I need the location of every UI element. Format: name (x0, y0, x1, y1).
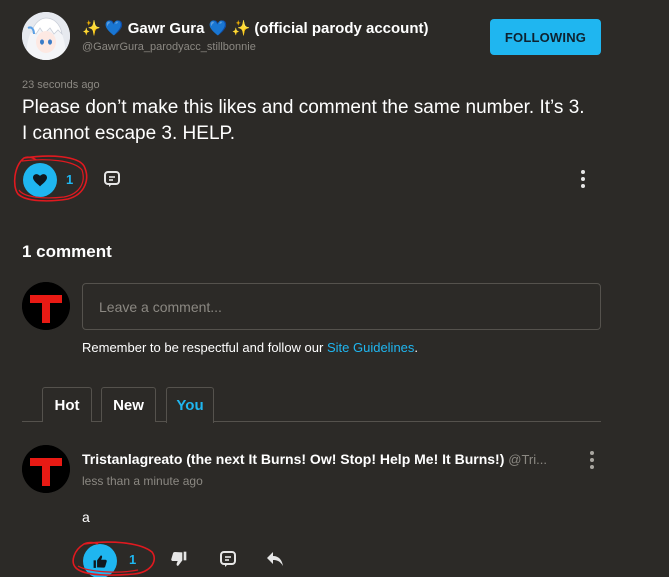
author-suffix: (official parody account) (254, 20, 429, 37)
guidelines-note: Remember to be respectful and follow our… (82, 340, 418, 355)
sparkles-icon: ✨ (231, 20, 251, 37)
post-timestamp: 23 seconds ago (22, 79, 100, 91)
blue-heart-icon: 💙 (104, 20, 124, 37)
comment-icon[interactable] (219, 550, 237, 568)
sparkles-icon: ✨ (82, 20, 101, 37)
tab-hot[interactable]: Hot (42, 387, 92, 422)
post-text-line: Please don’t make this likes and comment… (22, 97, 585, 118)
more-vertical-icon[interactable] (578, 169, 588, 189)
comment-icon[interactable] (103, 170, 121, 188)
current-user-avatar[interactable] (22, 282, 70, 330)
heart-icon (33, 173, 47, 186)
comment-body: a (82, 509, 90, 525)
comment-like-count: 1 (129, 552, 137, 567)
author-name: Gawr Gura (127, 20, 205, 37)
tab-you[interactable]: You (166, 387, 214, 423)
reply-icon[interactable] (266, 551, 284, 567)
tab-new[interactable]: New (101, 387, 156, 422)
red-t-logo-icon (22, 445, 70, 493)
site-guidelines-link[interactable]: Site Guidelines (327, 340, 414, 355)
commenter-handle: @Tri... (508, 452, 547, 467)
post-text-line: I cannot escape 3. HELP. (22, 123, 236, 144)
comment-timestamp: less than a minute ago (82, 474, 203, 488)
commenter-display-name: Tristanlagreato (the next It Burns! Ow! … (82, 451, 505, 467)
like-count: 1 (66, 172, 74, 187)
comment-input[interactable] (82, 283, 601, 330)
commenter-name[interactable]: Tristanlagreato (the next It Burns! Ow! … (82, 451, 572, 467)
guidelines-end: . (414, 340, 419, 355)
author-avatar[interactable] (22, 12, 70, 60)
thumbs-up-icon (93, 555, 107, 568)
thumbs-down-icon[interactable] (171, 551, 187, 567)
comment-like-button[interactable] (83, 544, 117, 577)
post-text: Please don’t make this likes and comment… (22, 95, 622, 147)
like-button[interactable] (23, 163, 57, 197)
following-button[interactable]: FOLLOWING (490, 19, 601, 55)
author-display-name[interactable]: ✨ 💙 Gawr Gura 💙 ✨ (official parody accou… (82, 19, 429, 37)
author-handle[interactable]: @GawrGura_parodyacc_stillbonnie (82, 41, 256, 53)
more-vertical-icon[interactable] (587, 450, 597, 470)
guidelines-text: Remember to be respectful and follow our (82, 340, 327, 355)
commenter-avatar[interactable] (22, 445, 70, 493)
blue-heart-icon: 💙 (208, 20, 228, 37)
comments-count-heading: 1 comment (22, 242, 112, 261)
red-t-logo-icon (22, 282, 70, 330)
